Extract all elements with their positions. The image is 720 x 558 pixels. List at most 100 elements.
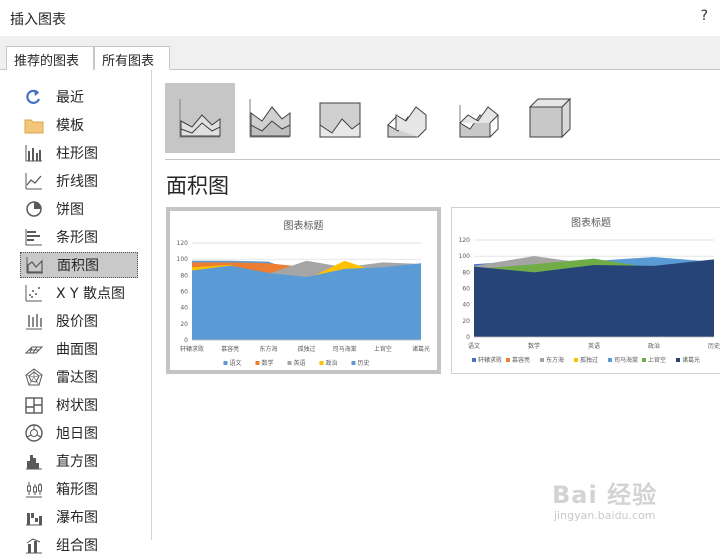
legend-label: 孤独过 [580, 356, 598, 364]
sidebar-item-treemap-chart[interactable]: 树状图 [20, 392, 138, 418]
sidebar-item-label: 模板 [56, 118, 84, 134]
legend-swatch [574, 358, 578, 362]
sidebar-item-sunburst-chart[interactable]: 旭日图 [20, 420, 138, 446]
subtype-stacked-area-icon[interactable] [235, 83, 305, 153]
folder-icon [23, 115, 45, 135]
pie-chart-icon [23, 199, 45, 219]
sidebar-item-recent-arrow[interactable]: 最近 [20, 84, 138, 110]
sidebar-item-label: 饼图 [56, 202, 84, 218]
y-tick-label: 120 [459, 237, 471, 244]
combo-chart-icon [23, 535, 45, 555]
area-series-6 [474, 259, 714, 337]
bar-chart-icon [23, 227, 45, 247]
x-tick-label: 数学 [528, 342, 540, 350]
legend-swatch [351, 361, 356, 365]
legend-swatch [608, 358, 612, 362]
y-tick-label: 60 [462, 286, 470, 293]
legend-label: 英语 [294, 359, 306, 367]
histogram-chart-icon [23, 451, 45, 471]
sidebar-item-pie-chart[interactable]: 饼图 [20, 196, 138, 222]
legend-swatch [676, 358, 680, 362]
baidu-watermark: Bai 经验 jingyan.baidu.com [552, 463, 712, 531]
sidebar-item-label: 最近 [56, 90, 84, 106]
x-tick-label: 历史 [708, 342, 720, 350]
sidebar-item-histogram-chart[interactable]: 直方图 [20, 448, 138, 474]
legend-label: 东方海 [546, 356, 564, 364]
sidebar-item-label: 条形图 [56, 230, 98, 246]
column-chart-icon [23, 143, 45, 163]
subtype-3d-area-icon[interactable] [375, 83, 445, 153]
x-tick-label: 慕容亮 [221, 345, 239, 353]
tab-all-charts[interactable]: 所有图表 [94, 46, 170, 70]
chart-preview-area-by-category[interactable]: 图表标题 0 20 40 60 80 100 120 语文 数学 英语 政治 历史 轩辕求败 慕容亮 东方海 孤… [451, 207, 720, 374]
chart-preview-svg: 图表标题 0 20 40 60 80 100 120 轩辕求败 慕容亮 东方海 孤独过 司马海棠 上官空 诸… [177, 219, 430, 367]
treemap-chart-icon [23, 395, 45, 415]
chart-preview-area-by-series[interactable]: 图表标题 0 20 40 60 80 100 120 轩辕求败 慕容亮 东方海 孤独过 司马海棠 上官空 诸… [166, 207, 441, 374]
chart-type-list: 最近模板柱形图折线图饼图条形图面积图 X Y 散点图 股价图曲面图 雷达图树状图旭日图… [0, 70, 152, 554]
y-tick-label: 120 [177, 240, 189, 247]
legend-swatch [319, 361, 324, 365]
sidebar-item-column-chart[interactable]: 柱形图 [20, 140, 138, 166]
y-tick-label: 60 [180, 289, 188, 296]
sidebar-item-scatter-chart[interactable]: X Y 散点图 [20, 280, 138, 306]
subtype-area-icon[interactable] [165, 83, 235, 153]
y-tick-label: 40 [462, 302, 470, 309]
tab-strip: 推荐的图表 所有图表 [0, 36, 720, 70]
sidebar-item-label: 面积图 [57, 258, 99, 274]
legend-label: 数学 [262, 359, 274, 367]
chart-preview-svg: 图表标题 0 20 40 60 80 100 120 语文 数学 英语 政治 历史轩辕求败 慕容亮 东方海 孤… [459, 216, 720, 364]
tab-recommended-charts[interactable]: 推荐的图表 [6, 46, 94, 70]
x-tick-label: 轩辕求败 [180, 345, 204, 353]
line-chart-icon [23, 171, 45, 191]
x-tick-label: 孤独过 [297, 345, 315, 353]
3d-100-stacked-area-icon [528, 97, 572, 139]
legend-label: 司马海棠 [614, 356, 638, 364]
legend-label: 语文 [230, 359, 242, 367]
recent-arrow-icon [23, 87, 45, 107]
subtype-100-stacked-area-icon[interactable] [305, 83, 375, 153]
watermark-url: jingyan.baidu.com [554, 509, 656, 522]
sidebar-item-label: 股价图 [56, 314, 98, 330]
subtype-3d-100-stacked-area-icon[interactable] [515, 83, 585, 153]
100-stacked-area-icon [319, 102, 361, 138]
sidebar-item-label: 箱形图 [56, 482, 98, 498]
sidebar-item-box-whisker-chart[interactable]: 箱形图 [20, 476, 138, 502]
sidebar-item-radar-chart[interactable]: 雷达图 [20, 364, 138, 390]
stock-chart-icon [23, 311, 45, 331]
subtype-divider [165, 159, 720, 160]
sidebar-item-label: 树状图 [56, 398, 98, 414]
help-button[interactable]: ? [701, 8, 708, 24]
y-tick-label: 80 [180, 272, 188, 279]
sidebar-item-line-chart[interactable]: 折线图 [20, 168, 138, 194]
y-tick-label: 20 [462, 318, 470, 325]
sidebar-item-area-chart[interactable]: 面积图 [20, 252, 138, 278]
legend-swatch [223, 361, 228, 365]
sidebar-item-label: 柱形图 [56, 146, 98, 162]
legend-label: 历史 [358, 359, 370, 367]
legend-swatch [287, 361, 292, 365]
sunburst-chart-icon [23, 423, 45, 443]
x-tick-label: 上官空 [374, 345, 392, 353]
dialog-title: 插入图表 [10, 12, 66, 28]
sidebar-item-surface-chart[interactable]: 曲面图 [20, 336, 138, 362]
scatter-chart-icon [23, 283, 45, 303]
subtype-3d-stacked-area-icon[interactable] [445, 83, 515, 153]
sidebar-item-combo-chart[interactable]: 组合图 [20, 532, 138, 558]
legend-label: 慕容亮 [512, 356, 530, 364]
y-tick-label: 0 [184, 337, 188, 344]
3d-area-icon [387, 106, 427, 138]
chart-title: 图表标题 [284, 219, 324, 232]
x-tick-label: 东方海 [259, 345, 277, 353]
sidebar-item-bar-chart[interactable]: 条形图 [20, 224, 138, 250]
x-tick-label: 英语 [588, 342, 600, 350]
sidebar-item-label: X Y 散点图 [56, 286, 126, 302]
legend-label: 轩辕求败 [478, 356, 502, 364]
sidebar-item-label: 组合图 [56, 538, 98, 554]
3d-stacked-area-icon [459, 105, 499, 138]
dialog-titlebar: 插入图表 ? [0, 0, 720, 36]
sidebar-item-waterfall-chart[interactable]: 瀑布图 [20, 504, 138, 530]
watermark-logo-text: Bai 经验 [552, 481, 658, 509]
sidebar-item-label: 直方图 [56, 454, 98, 470]
sidebar-item-stock-chart[interactable]: 股价图 [20, 308, 138, 334]
sidebar-item-folder[interactable]: 模板 [20, 112, 138, 138]
